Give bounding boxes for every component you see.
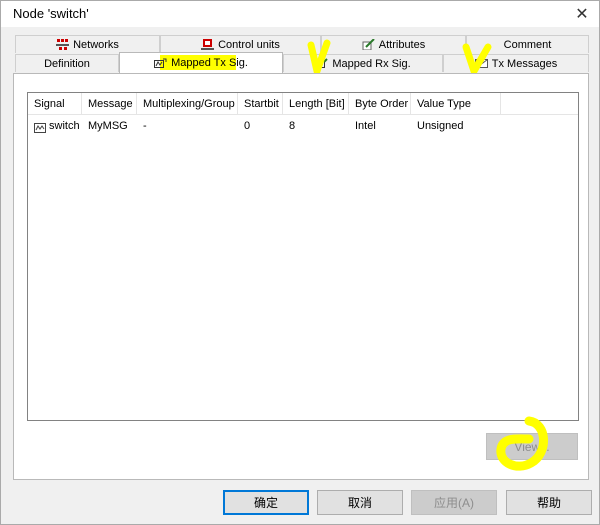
node-dialog: Node 'switch' ✕ Networks Control units A… bbox=[0, 0, 600, 525]
tab-comment-label: Comment bbox=[503, 38, 552, 51]
signal-name: switch bbox=[49, 120, 80, 132]
tab-control-units-label: Control units bbox=[218, 38, 280, 51]
message-cell: MyMSG bbox=[88, 120, 128, 132]
window-title: Node 'switch' bbox=[13, 6, 89, 21]
signal-icon bbox=[34, 121, 46, 133]
column-header[interactable]: Byte Order bbox=[349, 93, 411, 115]
mux-cell: - bbox=[143, 120, 147, 132]
value-type-cell: Unsigned bbox=[417, 120, 464, 132]
network-icon bbox=[56, 39, 70, 50]
tab-attributes[interactable]: Attributes bbox=[321, 35, 466, 53]
tab-control-units[interactable]: Control units bbox=[160, 35, 321, 53]
tab-mapped-tx-sig-label: Mapped Tx Sig. bbox=[171, 57, 248, 69]
apply-button[interactable]: 应用(A) bbox=[411, 490, 497, 515]
column-header[interactable]: Length [Bit] bbox=[283, 93, 349, 115]
signal-cell: switch bbox=[28, 117, 82, 135]
signal-list[interactable]: Signal Message Multiplexing/Group Startb… bbox=[27, 92, 579, 421]
tab-tx-messages-label: Tx Messages bbox=[491, 57, 558, 70]
close-icon: ✕ bbox=[575, 6, 589, 23]
tab-networks[interactable]: Networks bbox=[15, 35, 160, 53]
cancel-button-label: 取消 bbox=[347, 496, 372, 510]
ok-button-label: 确定 bbox=[253, 496, 278, 510]
tab-networks-label: Networks bbox=[73, 38, 119, 51]
length-cell: 8 bbox=[289, 120, 296, 132]
close-button[interactable]: ✕ bbox=[571, 3, 593, 25]
tab-mapped-tx-sig[interactable]: Mapped Tx Sig. bbox=[119, 52, 283, 73]
ok-button[interactable]: 确定 bbox=[223, 490, 309, 515]
annotation-circle bbox=[496, 416, 548, 471]
column-header[interactable]: Signal bbox=[28, 93, 82, 115]
column-header[interactable]: Startbit bbox=[238, 93, 283, 115]
help-button-label: 帮助 bbox=[536, 496, 561, 510]
tab-definition[interactable]: Definition bbox=[15, 54, 119, 72]
tab-definition-label: Definition bbox=[44, 57, 90, 70]
tab-mapped-rx-sig-label: Mapped Rx Sig. bbox=[332, 57, 411, 70]
startbit-cell: 0 bbox=[244, 120, 251, 132]
table-row[interactable]: switch MyMSG - 0 8 Intel Unsigned bbox=[28, 117, 578, 135]
cancel-button[interactable]: 取消 bbox=[317, 490, 403, 515]
byte-order-cell: Intel bbox=[355, 120, 376, 132]
column-header[interactable]: Message bbox=[82, 93, 137, 115]
help-button[interactable]: 帮助 bbox=[506, 490, 592, 515]
apply-button-label: 应用(A) bbox=[434, 496, 474, 510]
column-header[interactable]: Value Type bbox=[411, 93, 501, 115]
column-header[interactable]: Multiplexing/Group bbox=[137, 93, 238, 115]
attributes-icon bbox=[362, 38, 375, 51]
title-bar: Node 'switch' ✕ bbox=[1, 1, 599, 27]
control-unit-icon bbox=[201, 39, 215, 50]
tab-attributes-label: Attributes bbox=[378, 38, 426, 51]
tx-signal-icon bbox=[154, 58, 167, 69]
list-header: Signal Message Multiplexing/Group Startb… bbox=[28, 93, 578, 115]
